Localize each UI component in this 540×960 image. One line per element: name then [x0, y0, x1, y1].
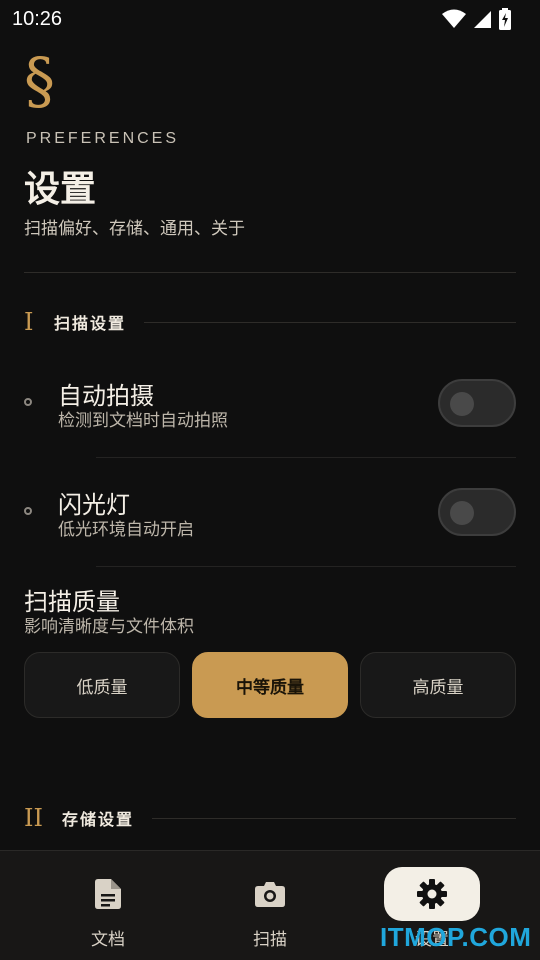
page-title: 设置 — [24, 169, 97, 210]
setting-description: 低光环境自动开启 — [58, 520, 194, 540]
wifi-icon — [442, 9, 466, 28]
page-subtitle: 扫描偏好、存储、通用、关于 — [24, 219, 245, 239]
section-header-storage: II 存储设置 — [24, 804, 516, 832]
setting-description: 检测到文档时自动拍照 — [58, 411, 228, 431]
status-icons — [442, 8, 512, 30]
section-divider — [144, 321, 516, 323]
quality-description: 影响清晰度与文件体积 — [24, 617, 194, 637]
nav-pill-active — [384, 867, 480, 921]
nav-label: 文档 — [91, 930, 125, 950]
nav-pill — [60, 867, 156, 921]
section-header-scan: I 扫描设置 — [24, 308, 516, 336]
quality-option-medium[interactable]: 中等质量 — [192, 652, 348, 718]
gear-icon — [417, 879, 447, 909]
section-numeral: I — [24, 308, 34, 336]
nav-item-documents[interactable]: 文档 — [28, 851, 188, 960]
status-bar: 10:26 — [0, 0, 540, 38]
bullet-icon — [24, 507, 32, 515]
divider — [24, 272, 516, 273]
setting-auto-capture[interactable]: 自动拍摄 检测到文档时自动拍照 — [24, 376, 516, 436]
battery-charging-icon — [499, 8, 511, 30]
quality-segmented-control: 低质量 中等质量 高质量 — [24, 652, 516, 718]
nav-item-scan[interactable]: 扫描 — [190, 851, 350, 960]
section-numeral: II — [24, 804, 43, 832]
watermark: ITMOP.COM — [380, 922, 532, 952]
nav-pill — [222, 867, 318, 921]
bullet-icon — [24, 398, 32, 406]
row-divider — [96, 457, 516, 458]
nav-label: 扫描 — [253, 930, 287, 950]
quality-option-high[interactable]: 高质量 — [360, 652, 516, 718]
section-mark-logo: § — [24, 44, 55, 117]
section-label: 扫描设置 — [54, 314, 127, 333]
section-divider — [152, 817, 516, 819]
flash-toggle[interactable] — [438, 488, 516, 536]
page-eyebrow: PREFERENCES — [26, 130, 180, 147]
row-divider — [96, 566, 516, 567]
cellular-signal-icon — [474, 11, 491, 28]
camera-icon — [255, 882, 285, 907]
toggle-knob — [450, 501, 474, 525]
section-label: 存储设置 — [62, 810, 135, 829]
auto-capture-toggle[interactable] — [438, 379, 516, 427]
document-icon — [95, 879, 121, 909]
quality-option-low[interactable]: 低质量 — [24, 652, 180, 718]
toggle-knob — [450, 392, 474, 416]
setting-flash[interactable]: 闪光灯 低光环境自动开启 — [24, 485, 516, 545]
status-time: 10:26 — [12, 7, 63, 30]
